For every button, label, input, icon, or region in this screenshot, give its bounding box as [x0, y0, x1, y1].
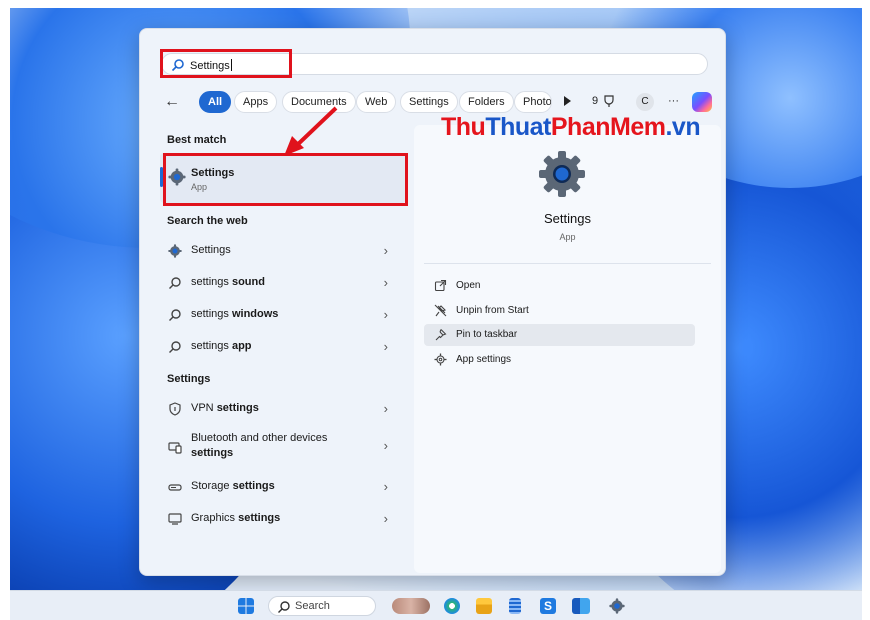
s-app-icon[interactable]: S: [540, 598, 556, 614]
settings-result-vpn[interactable]: VPN settings ›: [160, 394, 406, 424]
copilot-icon[interactable]: [692, 92, 712, 112]
settings-result-bold: settings: [232, 480, 275, 492]
gear-icon: [434, 353, 447, 366]
taskbar-search-box[interactable]: Search: [268, 596, 376, 616]
web-result-settings-sound[interactable]: settings sound ›: [160, 268, 406, 298]
storage-icon: [168, 484, 182, 491]
filter-bar: ← All Apps Documents Web Settings Folder…: [152, 89, 712, 115]
web-result-settings-app[interactable]: settings app ›: [160, 332, 406, 362]
filter-web[interactable]: Web: [356, 91, 397, 113]
search-icon: [278, 601, 290, 613]
preview-app-name: Settings: [544, 211, 591, 226]
chevron-right-icon[interactable]: ›: [384, 339, 388, 354]
settings-result-text: Storage: [191, 480, 233, 492]
unpin-icon: [434, 304, 447, 317]
more-filters-arrow-icon[interactable]: [564, 96, 571, 106]
action-label: Open: [456, 280, 481, 291]
web-result-settings-windows[interactable]: settings windows ›: [160, 300, 406, 330]
back-arrow-icon[interactable]: ←: [164, 94, 180, 110]
filter-all[interactable]: All: [199, 91, 232, 113]
action-unpin-start[interactable]: Unpin from Start: [424, 300, 695, 322]
settings-result-bold: settings: [191, 447, 234, 459]
edge-browser-icon[interactable]: [444, 598, 460, 614]
rewards-count: 9: [592, 95, 599, 107]
gear-icon: [168, 244, 182, 258]
watermark-logo: ThuThuatPhanMem.vn: [441, 113, 701, 141]
action-app-settings[interactable]: App settings: [424, 349, 695, 371]
chevron-right-icon[interactable]: ›: [384, 275, 388, 290]
web-result-text: settings: [191, 308, 232, 320]
monitor-icon: [168, 513, 182, 525]
file-explorer-icon[interactable]: [476, 598, 492, 614]
bluetooth-devices-icon: [168, 442, 182, 454]
account-avatar[interactable]: C: [636, 93, 654, 111]
preview-app-type: App: [559, 232, 576, 242]
preview-pane: Settings App Open Unpin from Start Pin t…: [414, 125, 721, 573]
chevron-right-icon[interactable]: ›: [384, 511, 388, 526]
taskbar-search-label: Search: [295, 600, 330, 612]
web-result-bold: sound: [231, 276, 265, 288]
web-result-text: settings: [191, 340, 232, 352]
rewards-icon[interactable]: [602, 94, 616, 108]
search-panel: Settings ← All Apps Documents Web Settin…: [139, 28, 726, 576]
chevron-right-icon[interactable]: ›: [384, 438, 388, 453]
windows-start-icon[interactable]: [238, 598, 254, 614]
settings-result-graphics[interactable]: Graphics settings ›: [160, 504, 406, 534]
chevron-right-icon[interactable]: ›: [384, 479, 388, 494]
web-result-bold: windows: [231, 308, 279, 320]
settings-result-text: Graphics: [191, 512, 239, 524]
taskbar: Search S: [10, 590, 862, 620]
widgets-icon[interactable]: [392, 598, 430, 614]
settings-result-bold: settings: [216, 402, 259, 414]
search-icon: [169, 341, 181, 353]
open-external-icon: [434, 279, 447, 292]
shield-icon: [169, 402, 181, 416]
divider: [424, 263, 711, 264]
filter-apps[interactable]: Apps: [234, 91, 278, 113]
more-options-icon[interactable]: ···: [668, 95, 679, 107]
web-result-settings[interactable]: Settings ›: [160, 236, 406, 266]
pin-icon: [435, 329, 447, 341]
filter-folders[interactable]: Folders: [459, 91, 514, 113]
section-search-web: Search the web: [167, 215, 248, 227]
word-icon[interactable]: [572, 598, 590, 614]
search-icon: [169, 277, 181, 289]
web-result-text: Settings: [191, 244, 231, 256]
action-pin-taskbar[interactable]: Pin to taskbar: [424, 324, 695, 346]
chevron-right-icon[interactable]: ›: [384, 243, 388, 258]
chevron-right-icon[interactable]: ›: [384, 307, 388, 322]
action-label: App settings: [456, 354, 512, 365]
filter-photos[interactable]: Photo: [514, 91, 552, 113]
section-settings: Settings: [167, 373, 211, 385]
settings-result-storage[interactable]: Storage settings ›: [160, 472, 406, 502]
web-result-bold: app: [231, 340, 252, 352]
settings-result-bluetooth[interactable]: Bluetooth and other devices settings ›: [160, 427, 406, 467]
settings-app-large-icon: [539, 151, 585, 197]
settings-taskbar-icon[interactable]: [609, 598, 625, 614]
filter-settings[interactable]: Settings: [400, 91, 458, 113]
settings-result-text: VPN: [191, 402, 217, 414]
action-label: Pin to taskbar: [456, 329, 518, 340]
section-best-match: Best match: [167, 134, 227, 146]
result-highlight-box: [163, 153, 408, 206]
search-icon: [169, 309, 181, 321]
action-label: Unpin from Start: [456, 305, 529, 316]
notepad-icon[interactable]: [509, 598, 521, 614]
search-highlight-box: [160, 49, 292, 78]
chevron-right-icon[interactable]: ›: [384, 401, 388, 416]
settings-result-bold: settings: [238, 512, 281, 524]
web-result-text: settings: [191, 276, 232, 288]
action-open[interactable]: Open: [424, 275, 695, 297]
settings-result-text: Bluetooth and other devices: [191, 432, 328, 444]
red-arrow-icon: [284, 106, 338, 156]
